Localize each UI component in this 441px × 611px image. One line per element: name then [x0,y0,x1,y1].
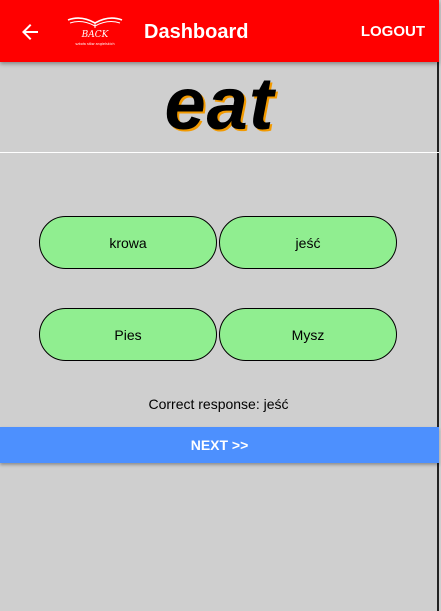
answer-option-mysz[interactable]: Mysz [219,308,397,361]
arrow-left-icon [22,24,38,40]
open-book-logo-icon: BACK szkoła słów angielskich [67,17,123,46]
app-logo: BACK szkoła słów angielskich [64,14,126,48]
answer-option-pies[interactable]: Pies [39,308,217,361]
back-button[interactable] [18,20,42,44]
logout-button[interactable]: LOGOUT [361,22,425,42]
quiz-word: eat [164,62,275,145]
result-message: Correct response: jeść [148,396,289,412]
answer-option-krowa[interactable]: krowa [39,216,217,269]
logo-text: BACK [81,30,110,40]
logo-subtext: szkoła słów angielskich [75,42,114,46]
app-frame: BACK szkoła słów angielskich Dashboard L… [0,0,439,611]
word-panel: eat [0,62,439,153]
next-button[interactable]: NEXT >> [0,427,439,463]
app-bar: BACK szkoła słów angielskich Dashboard L… [0,0,439,62]
page-title: Dashboard [144,21,249,43]
answer-option-jesc[interactable]: jeść [219,216,397,269]
